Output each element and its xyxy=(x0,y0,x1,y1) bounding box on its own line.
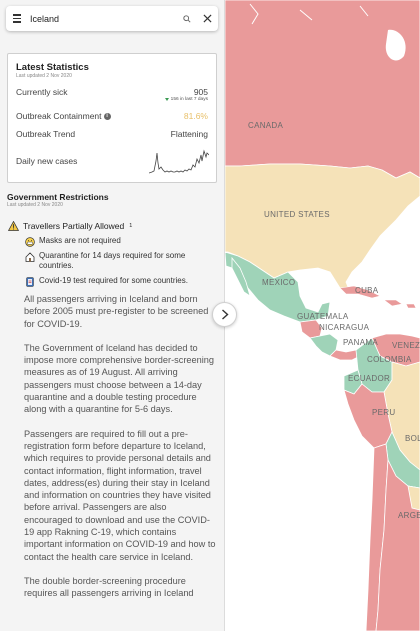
search-bar xyxy=(6,6,218,31)
details-paragraph: All passengers arriving in Iceland and b… xyxy=(24,294,209,329)
menu-icon[interactable] xyxy=(6,6,28,31)
search-icon[interactable] xyxy=(178,6,196,31)
rule-masks: Masks are not required xyxy=(24,236,214,247)
map-label-peru: PERU xyxy=(372,408,395,417)
currently-sick-value: 905 xyxy=(193,87,208,97)
travel-status-text: Travellers Partially Allowed xyxy=(23,221,125,231)
trend-label: Outbreak Trend xyxy=(16,129,76,139)
currently-sick-change: 156 in last 7 days xyxy=(164,97,208,102)
map-label-mexico: MEXICO xyxy=(262,278,295,287)
chevron-right-icon xyxy=(221,309,229,320)
details-paragraph: The double border-screening procedure re… xyxy=(24,575,194,599)
currently-sick-label: Currently sick xyxy=(16,87,68,97)
map-label-guatemala: GUATEMALA xyxy=(297,312,349,321)
map-label-argentina: ARGE xyxy=(398,511,420,520)
map-label-nicaragua: NICARAGUA xyxy=(319,323,370,332)
info-icon[interactable]: i xyxy=(103,113,111,121)
trend-down-icon xyxy=(164,98,169,101)
warning-icon xyxy=(8,221,19,231)
restrictions-details: All passengers arriving in Iceland and b… xyxy=(24,293,216,612)
containment-value: 81.6% xyxy=(183,111,208,121)
map-label-cuba: CUBA xyxy=(355,286,379,295)
travel-status: Travellers Partially Allowed 1 xyxy=(8,221,132,231)
stats-updated: Last updated 2 Nov 2020 xyxy=(16,73,72,79)
map-label-canada: CANADA xyxy=(248,121,284,130)
details-paragraph: Passengers are required to fill out a pr… xyxy=(24,428,216,562)
government-restrictions-title: Government Restrictions xyxy=(7,192,109,202)
test-kit-icon xyxy=(24,276,35,287)
details-paragraph: The Government of Iceland has decided to… xyxy=(24,342,214,415)
map-label-united-states: UNITED STATES xyxy=(264,210,330,219)
collapse-panel-button[interactable] xyxy=(212,302,237,327)
map-label-bolivia: BOL xyxy=(405,434,420,443)
rule-quarantine-text: Quarantine for 14 days required for some… xyxy=(39,251,186,270)
map-label-panama: PANAMA xyxy=(343,338,378,347)
rule-quarantine: Quarantine for 14 days required for some… xyxy=(24,251,214,271)
currently-sick-change-text: 156 in last 7 days xyxy=(170,97,208,102)
search-input[interactable] xyxy=(28,8,178,29)
latest-statistics-card: Latest Statistics Last updated 2 Nov 202… xyxy=(7,53,217,183)
map-label-colombia: COLOMBIA xyxy=(367,355,412,364)
mask-icon xyxy=(24,236,35,247)
rule-test-text: Covid-19 test required for some countrie… xyxy=(39,276,188,285)
trend-value: Flattening xyxy=(170,129,208,139)
country-panama[interactable] xyxy=(329,349,361,361)
map-label-ecuador: ECUADOR xyxy=(348,374,390,383)
daily-cases-sparkline xyxy=(149,149,209,174)
rule-masks-text: Masks are not required xyxy=(39,236,121,245)
containment-label: Outbreak Containment xyxy=(16,111,102,121)
daily-cases-label: Daily new cases xyxy=(16,156,78,166)
government-restrictions-updated: Last updated 2 Nov 2020 xyxy=(7,202,63,208)
country-canada[interactable] xyxy=(224,0,420,179)
rule-test: Covid-19 test required for some countrie… xyxy=(24,276,214,287)
stats-title: Latest Statistics xyxy=(16,62,89,73)
containment-label-row: Outbreak Containment i xyxy=(16,111,111,121)
map-label-venezuela: VENEZ xyxy=(392,341,420,350)
caribbean-islands xyxy=(383,299,417,309)
house-icon xyxy=(24,251,35,262)
close-icon[interactable] xyxy=(196,6,218,31)
footnote-marker[interactable]: 1 xyxy=(129,223,132,229)
country-info-panel: Latest Statistics Last updated 2 Nov 202… xyxy=(0,0,225,631)
